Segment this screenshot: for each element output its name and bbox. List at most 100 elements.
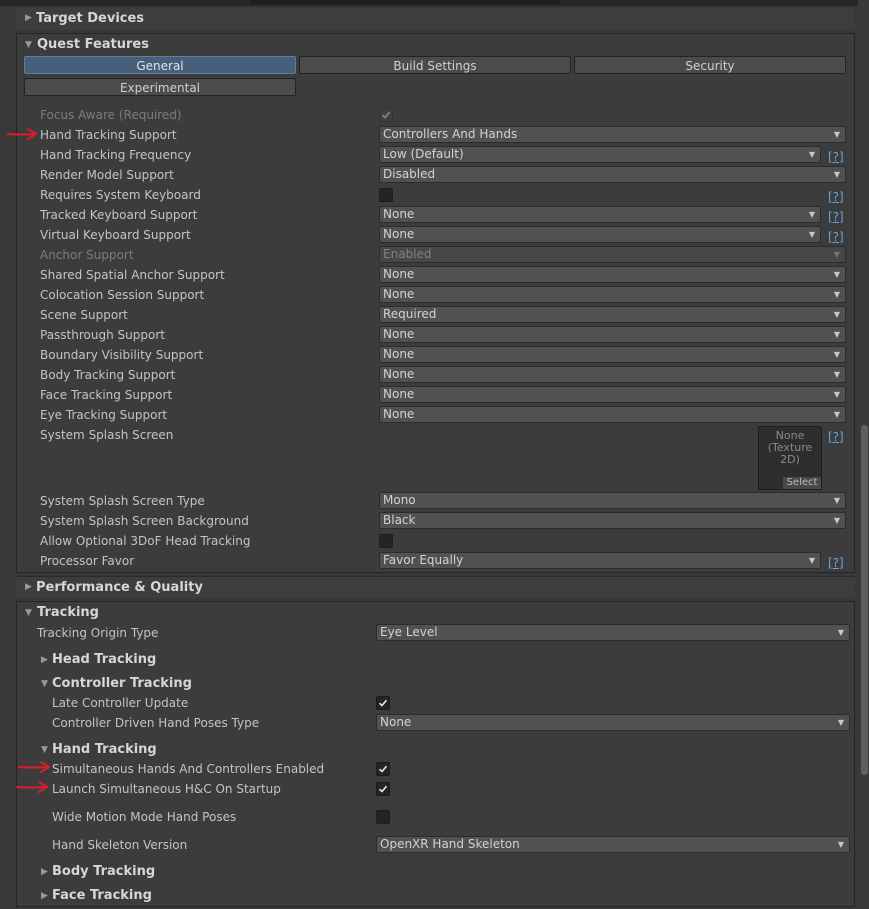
annotation-arrow-icon [18, 760, 51, 774]
dropdown-value: None [383, 227, 415, 241]
virtual-keyboard-support-dropdown[interactable]: None ▼ [379, 226, 821, 243]
passthrough-support-label: Passthrough Support [40, 328, 165, 342]
splash-screen-background-dropdown[interactable]: Black ▼ [379, 512, 846, 529]
face-tracking-support-label: Face Tracking Support [40, 388, 173, 402]
scene-support-dropdown[interactable]: Required ▼ [379, 306, 846, 323]
hand-skeleton-version-label: Hand Skeleton Version [52, 838, 188, 852]
dropdown-value: None [383, 287, 415, 301]
render-model-support-dropdown[interactable]: Disabled ▼ [379, 166, 846, 183]
dropdown-arrow-icon: ▼ [833, 290, 840, 299]
system-splash-screen-label: System Splash Screen [40, 428, 174, 442]
late-controller-update-checkbox[interactable] [376, 696, 390, 710]
dropdown-value: Low (Default) [383, 147, 464, 161]
controller-tracking-foldout[interactable]: Controller Tracking [52, 676, 192, 691]
collapse-arrow-icon[interactable] [25, 41, 32, 50]
controller-driven-hand-poses-dropdown[interactable]: None ▼ [376, 714, 850, 731]
expand-arrow-icon [25, 14, 32, 23]
scrollbar-thumb[interactable] [861, 425, 868, 775]
dropdown-arrow-icon: ▼ [833, 516, 840, 525]
dropdown-arrow-icon: ▼ [808, 230, 815, 239]
processor-favor-dropdown[interactable]: Favor Equally ▼ [379, 552, 821, 569]
tracking-origin-type-dropdown[interactable]: Eye Level ▼ [376, 624, 850, 641]
eye-tracking-support-dropdown[interactable]: None ▼ [379, 406, 846, 423]
simultaneous-hands-controllers-checkbox[interactable] [376, 762, 390, 776]
anchor-support-dropdown: Enabled ▼ [379, 246, 846, 263]
tab-build-settings[interactable]: Build Settings [299, 56, 571, 74]
face-tracking-foldout[interactable]: Face Tracking [52, 888, 152, 903]
dropdown-arrow-icon: ▼ [833, 170, 840, 179]
virtual-keyboard-support-label: Virtual Keyboard Support [40, 228, 191, 242]
simultaneous-hands-controllers-label: Simultaneous Hands And Controllers Enabl… [52, 762, 325, 776]
dropdown-arrow-icon: ▼ [808, 210, 815, 219]
boundary-visibility-label: Boundary Visibility Support [40, 348, 204, 362]
dropdown-value: None [383, 327, 415, 341]
dropdown-value: None [383, 407, 415, 421]
texture-select-button[interactable]: Select [783, 477, 821, 489]
splash-screen-type-dropdown[interactable]: Mono ▼ [379, 492, 846, 509]
help-link[interactable]: [?] [828, 556, 844, 570]
dropdown-value: None [383, 347, 415, 361]
hand-skeleton-version-dropdown[interactable]: OpenXR Hand Skeleton ▼ [376, 836, 850, 853]
section-target-devices[interactable]: Target Devices [16, 8, 855, 30]
hand-tracking-foldout[interactable]: Hand Tracking [52, 742, 157, 757]
dropdown-value: OpenXR Hand Skeleton [380, 837, 520, 851]
collapse-arrow-icon[interactable] [41, 680, 48, 689]
face-tracking-support-dropdown[interactable]: None ▼ [379, 386, 846, 403]
passthrough-support-dropdown[interactable]: None ▼ [379, 326, 846, 343]
requires-system-keyboard-checkbox[interactable] [379, 188, 393, 202]
head-tracking-foldout[interactable]: Head Tracking [52, 652, 156, 667]
requires-system-keyboard-label: Requires System Keyboard [40, 188, 201, 202]
hand-tracking-support-label: Hand Tracking Support [40, 128, 177, 142]
tracked-keyboard-support-dropdown[interactable]: None ▼ [379, 206, 821, 223]
dropdown-arrow-icon: ▼ [837, 718, 844, 727]
expand-arrow-icon[interactable] [41, 656, 48, 665]
launch-simultaneous-label: Launch Simultaneous H&C On Startup [52, 782, 281, 796]
shared-spatial-anchor-dropdown[interactable]: None ▼ [379, 266, 846, 283]
dropdown-arrow-icon: ▼ [833, 270, 840, 279]
tab-security[interactable]: Security [574, 56, 846, 74]
splash-texture-field[interactable]: None (Texture 2D) Select [758, 426, 822, 490]
wide-motion-mode-checkbox[interactable] [376, 810, 390, 824]
help-link[interactable]: [?] [828, 190, 844, 204]
top-strip-tab [250, 0, 560, 4]
collapse-arrow-icon[interactable] [25, 609, 32, 618]
annotation-arrow-icon [7, 127, 38, 141]
expand-arrow-icon[interactable] [41, 892, 48, 901]
dropdown-value: Required [383, 307, 437, 321]
dropdown-value: Enabled [383, 247, 432, 261]
section-title: Performance & Quality [36, 580, 203, 595]
dropdown-value: Eye Level [380, 625, 438, 639]
launch-simultaneous-checkbox[interactable] [376, 782, 390, 796]
dropdown-arrow-icon: ▼ [833, 250, 840, 259]
expand-arrow-icon[interactable] [41, 868, 48, 877]
dropdown-value: None [383, 267, 415, 281]
section-performance-quality[interactable]: Performance & Quality [16, 576, 855, 598]
colocation-session-dropdown[interactable]: None ▼ [379, 286, 846, 303]
section-title-tracking[interactable]: Tracking [37, 605, 99, 620]
dropdown-value: None [383, 367, 415, 381]
dropdown-arrow-icon: ▼ [833, 496, 840, 505]
boundary-visibility-dropdown[interactable]: None ▼ [379, 346, 846, 363]
tab-general[interactable]: General [24, 56, 296, 74]
dropdown-value: Controllers And Hands [383, 127, 518, 141]
processor-favor-label: Processor Favor [40, 554, 135, 568]
optional-3dof-label: Allow Optional 3DoF Head Tracking [40, 534, 251, 548]
help-link[interactable]: [?] [828, 230, 844, 244]
help-link[interactable]: [?] [828, 430, 844, 444]
section-title-quest-features[interactable]: Quest Features [37, 37, 149, 52]
focus-aware-label: Focus Aware (Required) [40, 108, 182, 122]
dropdown-arrow-icon: ▼ [808, 150, 815, 159]
dropdown-arrow-icon: ▼ [833, 330, 840, 339]
body-tracking-support-dropdown[interactable]: None ▼ [379, 366, 846, 383]
splash-screen-background-label: System Splash Screen Background [40, 514, 249, 528]
optional-3dof-checkbox[interactable] [379, 534, 393, 548]
collapse-arrow-icon[interactable] [41, 746, 48, 755]
tab-experimental[interactable]: Experimental [24, 78, 296, 96]
help-link[interactable]: [?] [828, 210, 844, 224]
annotation-arrow-icon [16, 780, 49, 794]
hand-tracking-frequency-dropdown[interactable]: Low (Default) ▼ [379, 146, 821, 163]
hand-tracking-support-dropdown[interactable]: Controllers And Hands ▼ [379, 126, 846, 143]
body-tracking-foldout[interactable]: Body Tracking [52, 864, 155, 879]
help-link[interactable]: [?] [828, 150, 844, 164]
dropdown-arrow-icon: ▼ [833, 370, 840, 379]
